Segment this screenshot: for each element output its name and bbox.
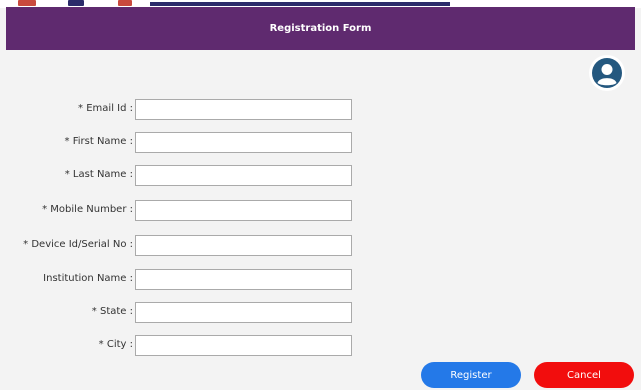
page-title: Registration Form — [269, 23, 372, 34]
register-button[interactable]: Register — [421, 362, 521, 388]
city-label: * City : — [98, 339, 133, 350]
user-avatar-icon — [592, 58, 622, 88]
cancel-button[interactable]: Cancel — [534, 362, 634, 388]
form-header: Registration Form — [6, 7, 635, 50]
mobile-number-row: * Mobile Number : — [0, 200, 641, 222]
institution-name-label: Institution Name : — [43, 273, 133, 284]
mobile-number-label: * Mobile Number : — [42, 204, 133, 215]
top-strip-mark — [18, 0, 36, 6]
first-name-label: * First Name : — [64, 136, 133, 147]
avatar[interactable] — [589, 55, 625, 91]
city-field[interactable] — [135, 335, 352, 356]
city-row: * City : — [0, 335, 641, 357]
institution-name-field[interactable] — [135, 269, 352, 290]
state-label: * State : — [91, 306, 133, 317]
last-name-row: * Last Name : — [0, 165, 641, 187]
state-field[interactable] — [135, 302, 352, 323]
state-row: * State : — [0, 302, 641, 324]
mobile-number-field[interactable] — [135, 200, 352, 221]
top-strip-bar — [150, 2, 450, 6]
first-name-field[interactable] — [135, 132, 352, 153]
device-id-field[interactable] — [135, 235, 352, 256]
first-name-row: * First Name : — [0, 132, 641, 154]
last-name-field[interactable] — [135, 165, 352, 186]
email-field[interactable] — [135, 99, 352, 120]
top-strip-mark — [118, 0, 132, 6]
top-strip-mark — [68, 0, 84, 6]
institution-name-row: Institution Name : — [0, 269, 641, 291]
device-id-row: * Device Id/Serial No : — [0, 235, 641, 257]
device-id-label: * Device Id/Serial No : — [23, 239, 133, 250]
email-label: * Email Id : — [78, 103, 133, 114]
registration-page: Registration Form * Email Id : * First N… — [0, 0, 641, 390]
last-name-label: * Last Name : — [64, 169, 133, 180]
email-row: * Email Id : — [0, 99, 641, 121]
